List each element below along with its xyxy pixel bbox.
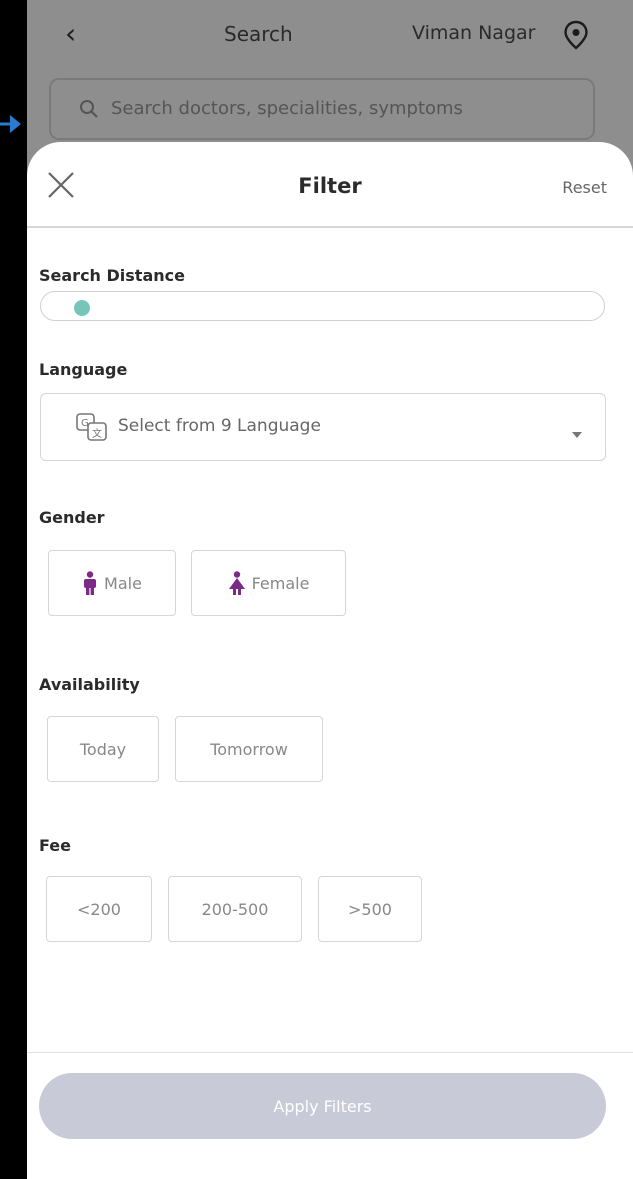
pointer-arrow-icon (0, 112, 22, 140)
search-icon (79, 99, 99, 123)
language-select-placeholder: Select from 9 Language (118, 416, 321, 436)
gender-female-chip[interactable]: Female (191, 550, 346, 616)
search-distance-slider[interactable] (40, 291, 605, 321)
reset-button[interactable]: Reset (562, 178, 607, 197)
top-bar: ‹ Search Viman Nagar (27, 0, 633, 74)
availability-tomorrow-chip[interactable]: Tomorrow (175, 716, 323, 782)
search-distance-label: Search Distance (39, 266, 185, 285)
filter-sheet: Filter Reset Search Distance Language G … (27, 142, 633, 1179)
search-input[interactable]: Search doctors, specialities, symptoms (49, 78, 595, 140)
fee-under-200-label: <200 (77, 899, 121, 919)
location-label[interactable]: Viman Nagar (412, 22, 535, 44)
language-label: Language (39, 360, 128, 379)
page-title: Search (224, 22, 293, 46)
search-placeholder: Search doctors, specialities, symptoms (111, 98, 463, 119)
female-icon (228, 571, 246, 595)
availability-today-label: Today (79, 739, 127, 759)
gender-female-label: Female (251, 573, 310, 593)
fee-under-200-chip[interactable]: <200 (46, 876, 152, 942)
filter-title: Filter (298, 174, 362, 198)
svg-text:G: G (81, 418, 89, 429)
language-select[interactable]: G 文 Select from 9 Language (40, 393, 606, 461)
location-pin-icon[interactable] (563, 20, 589, 54)
fee-over-500-chip[interactable]: >500 (318, 876, 422, 942)
gender-male-chip[interactable]: Male (48, 550, 176, 616)
male-icon (82, 571, 98, 595)
availability-today-chip[interactable]: Today (47, 716, 159, 782)
header-divider (27, 226, 633, 228)
fee-200-500-chip[interactable]: 200-500 (168, 876, 302, 942)
translate-icon: G 文 (75, 412, 109, 446)
fee-over-500-label: >500 (348, 899, 392, 919)
availability-tomorrow-label: Tomorrow (210, 739, 288, 759)
fee-label: Fee (39, 836, 71, 855)
gender-male-label: Male (104, 573, 142, 593)
availability-label: Availability (39, 675, 140, 694)
back-icon[interactable]: ‹ (65, 18, 76, 50)
fee-200-500-label: 200-500 (201, 899, 269, 919)
footer-divider (27, 1052, 633, 1053)
svg-text:文: 文 (92, 427, 102, 440)
apply-filters-button[interactable]: Apply Filters (39, 1073, 606, 1139)
search-distance-slider-thumb[interactable] (74, 300, 90, 316)
apply-filters-label: Apply Filters (273, 1096, 372, 1116)
caret-down-icon (571, 424, 583, 443)
gender-label: Gender (39, 508, 105, 527)
